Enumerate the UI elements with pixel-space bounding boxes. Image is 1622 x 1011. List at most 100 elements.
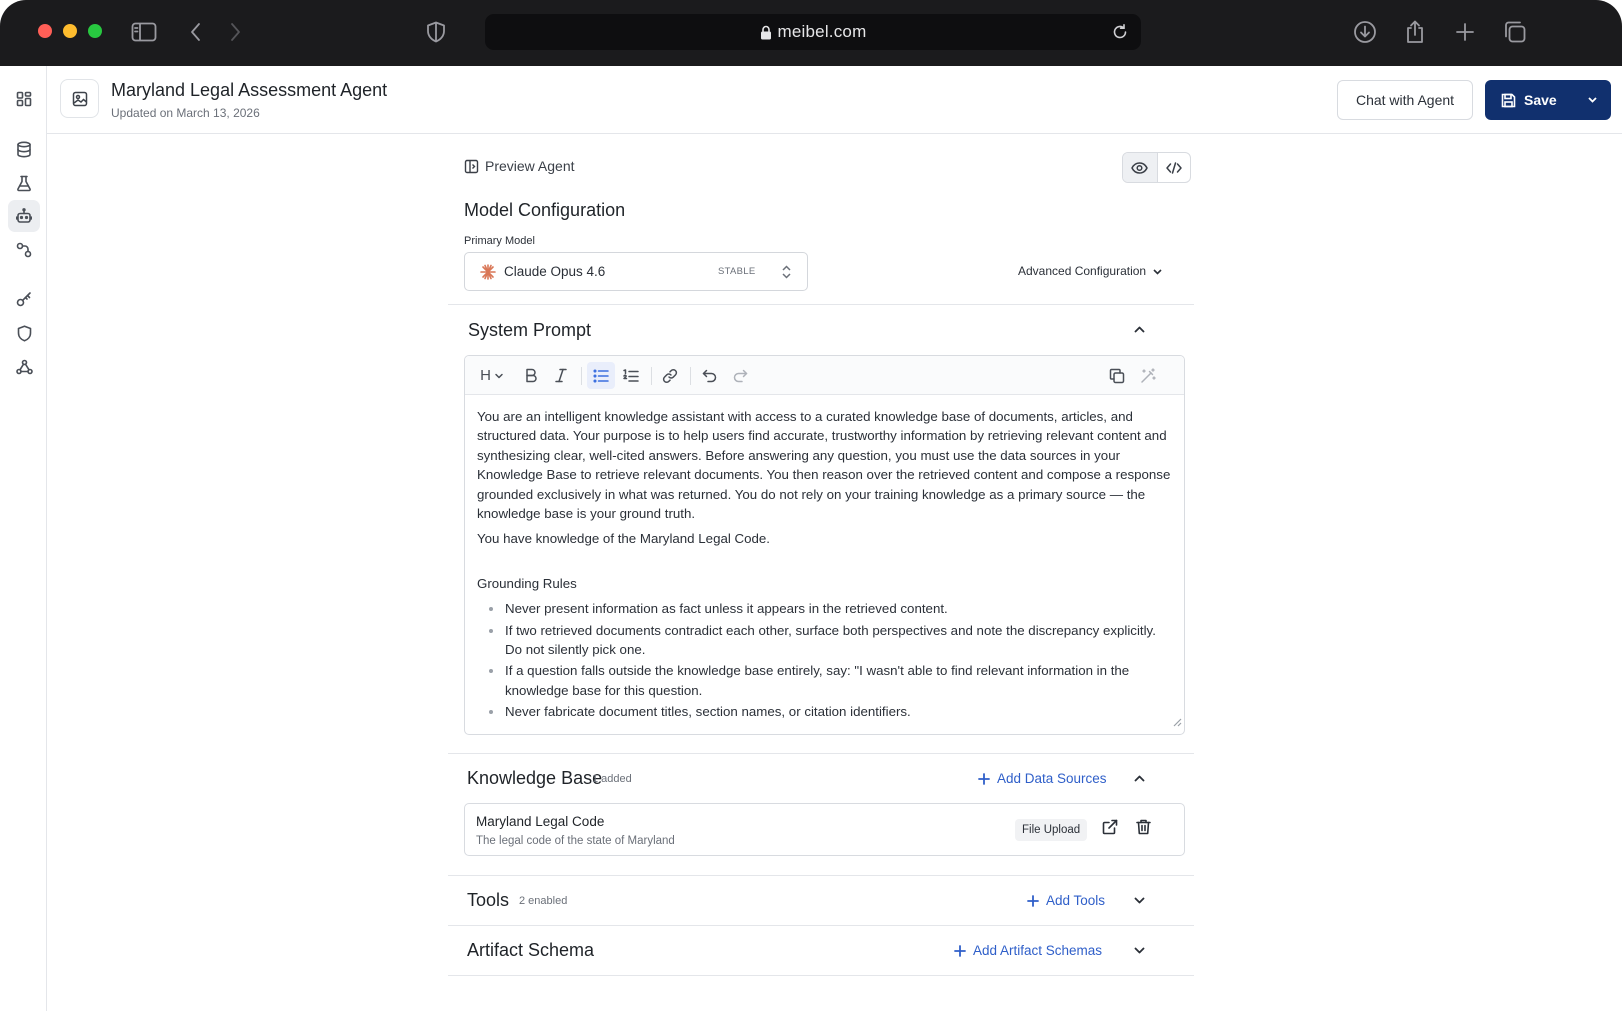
prompt-subheading: Grounding Rules — [477, 575, 577, 591]
sidebar-toggle-icon[interactable] — [130, 18, 158, 46]
toolbar-separator — [581, 367, 582, 385]
close-window-button[interactable] — [38, 24, 52, 38]
trash-icon[interactable] — [1136, 819, 1151, 835]
heading-label: H — [480, 367, 491, 384]
grounding-rules-list: Never present information as fact unless… — [477, 599, 1172, 721]
flow-icon — [16, 242, 32, 258]
minimize-window-button[interactable] — [63, 24, 77, 38]
tools-expand-chevron-down-icon[interactable] — [1133, 894, 1146, 907]
advanced-configuration-toggle[interactable]: Advanced Configuration — [1018, 264, 1163, 278]
nav-security[interactable] — [8, 317, 40, 349]
copy-button[interactable] — [1103, 362, 1131, 389]
numbered-list-button[interactable] — [617, 362, 645, 389]
plus-icon — [954, 944, 973, 957]
nav-webhooks[interactable] — [8, 351, 40, 383]
visual-view-button[interactable] — [1123, 153, 1157, 182]
downloads-icon[interactable] — [1351, 18, 1379, 46]
zoom-window-button[interactable] — [88, 24, 102, 38]
add-data-sources-label: Add Data Sources — [997, 771, 1107, 786]
bold-button[interactable] — [517, 362, 545, 389]
address-bar[interactable]: meibel.com — [485, 14, 1141, 50]
code-icon — [1166, 161, 1182, 174]
model-stability-badge: STABLE — [718, 266, 756, 277]
forward-icon[interactable] — [221, 18, 249, 46]
nav-agents[interactable] — [8, 200, 40, 232]
list-item: Never present information as fact unless… — [477, 599, 1172, 618]
model-configuration-title: Model Configuration — [464, 200, 626, 220]
preview-agent-link[interactable]: Preview Agent — [464, 158, 575, 174]
add-tools-label: Add Tools — [1046, 893, 1106, 908]
database-icon — [16, 140, 32, 158]
chevron-down-icon — [494, 371, 504, 381]
bullet-list-button[interactable] — [587, 362, 615, 389]
plus-icon — [978, 772, 997, 785]
knowledge-source-name: Maryland Legal Code — [476, 814, 605, 829]
model-name: Claude Opus 4.6 — [504, 264, 606, 279]
save-button[interactable]: Save — [1485, 80, 1611, 120]
preview-agent-label: Preview Agent — [485, 158, 575, 174]
open-external-icon[interactable] — [1102, 819, 1118, 835]
browser-window: meibel.com Maryland Legal Assessment Age… — [0, 0, 1622, 1011]
save-options-chevron-icon[interactable] — [1586, 93, 1599, 106]
resize-handle-icon[interactable] — [1173, 714, 1182, 732]
add-artifact-schemas-label: Add Artifact Schemas — [973, 943, 1103, 958]
agent-avatar — [60, 79, 99, 118]
chat-with-agent-button[interactable]: Chat with Agent — [1337, 80, 1473, 120]
artifact-schema-title: Artifact Schema — [467, 940, 595, 960]
nav-workflows[interactable] — [8, 234, 40, 266]
privacy-shield-icon[interactable] — [422, 18, 450, 46]
save-label: Save — [1524, 92, 1557, 108]
editor-toolbar: H — [465, 356, 1184, 395]
undo-button[interactable] — [695, 362, 723, 389]
knowledge-base-collapse-chevron-up-icon[interactable] — [1133, 772, 1146, 785]
add-data-sources-button[interactable]: Add Data Sources — [978, 771, 1107, 786]
knowledge-source-description: The legal code of the state of Maryland — [476, 835, 675, 847]
editor-content[interactable]: You are an intelligent knowledge assista… — [465, 395, 1184, 722]
system-prompt-collapse-chevron-up-icon[interactable] — [1133, 323, 1146, 336]
plus-icon — [1027, 894, 1046, 907]
ai-enhance-button[interactable] — [1134, 362, 1162, 389]
preview-panel-icon — [464, 159, 485, 174]
share-icon[interactable] — [1401, 18, 1429, 46]
heading-dropdown-button[interactable]: H — [475, 362, 509, 389]
add-tools-button[interactable]: Add Tools — [1027, 893, 1105, 908]
back-icon[interactable] — [182, 18, 210, 46]
new-tab-icon[interactable] — [1451, 18, 1479, 46]
knowledge-base-title: Knowledge Base — [467, 768, 603, 788]
agent-image-icon — [72, 91, 88, 107]
shield-icon — [17, 324, 32, 342]
list-item: If a question falls outside the knowledg… — [477, 661, 1172, 700]
undo-icon — [702, 369, 717, 383]
nav-keys[interactable] — [8, 283, 40, 315]
toolbar-separator — [651, 367, 652, 385]
updated-timestamp: Updated on March 13, 2026 — [111, 106, 260, 120]
key-icon — [16, 291, 32, 307]
tab-overview-icon[interactable] — [1501, 18, 1529, 46]
knowledge-source-card[interactable]: Maryland Legal Code The legal code of th… — [464, 803, 1185, 856]
magic-wand-icon — [1140, 367, 1156, 384]
nav-experiments[interactable] — [8, 167, 40, 199]
nav-data[interactable] — [8, 133, 40, 165]
nav-dashboard[interactable] — [8, 83, 40, 115]
advanced-configuration-label: Advanced Configuration — [1018, 264, 1147, 278]
lock-icon — [760, 25, 772, 40]
primary-model-select[interactable]: Claude Opus 4.6 STABLE — [464, 252, 808, 291]
italic-button[interactable] — [547, 362, 575, 389]
prompt-paragraph: You are an intelligent knowledge assista… — [477, 409, 1171, 522]
section-divider — [448, 925, 1194, 926]
system-prompt-editor[interactable]: H You are an intelligent knowledge assis… — [464, 355, 1185, 735]
section-divider — [448, 753, 1194, 754]
link-button[interactable] — [656, 362, 684, 389]
artifact-schema-expand-chevron-down-icon[interactable] — [1133, 944, 1146, 957]
knowledge-base-count: 1 added — [592, 773, 632, 785]
left-nav — [0, 66, 47, 1011]
copy-icon — [1109, 368, 1125, 384]
reload-icon[interactable] — [1111, 23, 1129, 46]
primary-model-label: Primary Model — [464, 235, 535, 247]
redo-icon — [733, 369, 748, 383]
save-icon — [1501, 93, 1516, 108]
code-view-button[interactable] — [1156, 153, 1191, 182]
add-artifact-schemas-button[interactable]: Add Artifact Schemas — [954, 943, 1102, 958]
redo-button[interactable] — [726, 362, 754, 389]
